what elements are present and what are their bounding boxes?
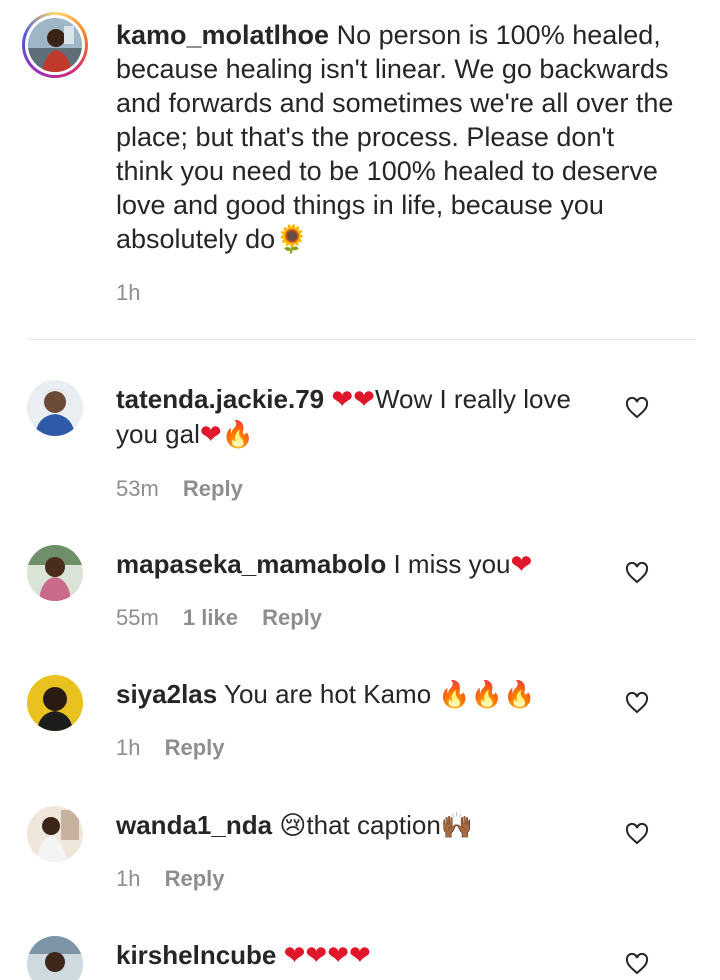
- heart-emoji: ❤❤: [331, 385, 375, 415]
- reply-button[interactable]: Reply: [165, 735, 225, 760]
- comment-body: that caption: [306, 810, 441, 840]
- caption-username[interactable]: kamo_molatlhoe: [116, 20, 329, 50]
- comment-body: You are hot Kamo: [223, 679, 439, 709]
- comment-body: I miss you: [393, 549, 511, 579]
- comment-meta: 1h Reply: [116, 735, 243, 761]
- comment-text: mapaseka_mamabolo I miss you❤: [116, 547, 606, 582]
- avatar[interactable]: [27, 675, 83, 731]
- post-caption: kamo_molatlhoe No person is 100% healed,…: [0, 0, 720, 340]
- crying-face-emoji: 😢: [279, 811, 307, 841]
- heart-emoji: ❤: [510, 550, 533, 580]
- avatar[interactable]: [27, 806, 83, 862]
- comment-meta: 55m 1 like Reply: [116, 605, 340, 631]
- comment-timestamp: 1h: [116, 866, 141, 891]
- fire-emoji: 🔥🔥🔥: [438, 680, 536, 710]
- avatar[interactable]: [27, 936, 83, 980]
- heart-emoji: ❤: [199, 420, 222, 450]
- caption-text: kamo_molatlhoe No person is 100% healed,…: [116, 18, 676, 257]
- story-ring[interactable]: [22, 12, 88, 78]
- divider: [28, 339, 696, 340]
- comment-text: kirshelncube ❤❤❤❤: [116, 938, 606, 973]
- sunflower-emoji: 🌻: [275, 224, 309, 255]
- avatar[interactable]: [28, 18, 82, 72]
- comment-text: wanda1_nda 😢that caption🙌🏾: [116, 808, 606, 843]
- comment-timestamp: 1h: [116, 735, 141, 760]
- comment-meta: 1h Reply: [116, 866, 243, 892]
- raising-hands-emoji: 🙌🏾: [440, 811, 474, 841]
- comment-meta: 53m Reply: [116, 476, 261, 502]
- caption-timestamp: 1h: [116, 280, 141, 305]
- comment-text: tatenda.jackie.79 ❤❤Wow I really love yo…: [116, 382, 606, 452]
- comment-username[interactable]: siya2las: [116, 679, 217, 709]
- comment-timestamp: 53m: [116, 476, 159, 501]
- heart-emoji: ❤❤❤❤: [283, 941, 371, 971]
- comment-username[interactable]: mapaseka_mamabolo: [116, 549, 386, 579]
- comment-username[interactable]: tatenda.jackie.79: [116, 384, 324, 414]
- like-heart-icon[interactable]: [625, 396, 649, 420]
- avatar[interactable]: [27, 545, 83, 601]
- reply-button[interactable]: Reply: [183, 476, 243, 501]
- like-heart-icon[interactable]: [625, 561, 649, 585]
- comment-text: siya2las You are hot Kamo 🔥🔥🔥: [116, 677, 606, 712]
- like-heart-icon[interactable]: [625, 691, 649, 715]
- reply-button[interactable]: Reply: [262, 605, 322, 630]
- comment-timestamp: 55m: [116, 605, 159, 630]
- caption-body: No person is 100% healed, because healin…: [116, 20, 674, 254]
- avatar[interactable]: [27, 380, 83, 436]
- like-count[interactable]: 1 like: [183, 605, 238, 630]
- like-heart-icon[interactable]: [625, 822, 649, 846]
- reply-button[interactable]: Reply: [165, 866, 225, 891]
- comment-username[interactable]: wanda1_nda: [116, 810, 272, 840]
- like-heart-icon[interactable]: [625, 952, 649, 976]
- fire-emoji: 🔥: [221, 420, 255, 450]
- comment-username[interactable]: kirshelncube: [116, 940, 276, 970]
